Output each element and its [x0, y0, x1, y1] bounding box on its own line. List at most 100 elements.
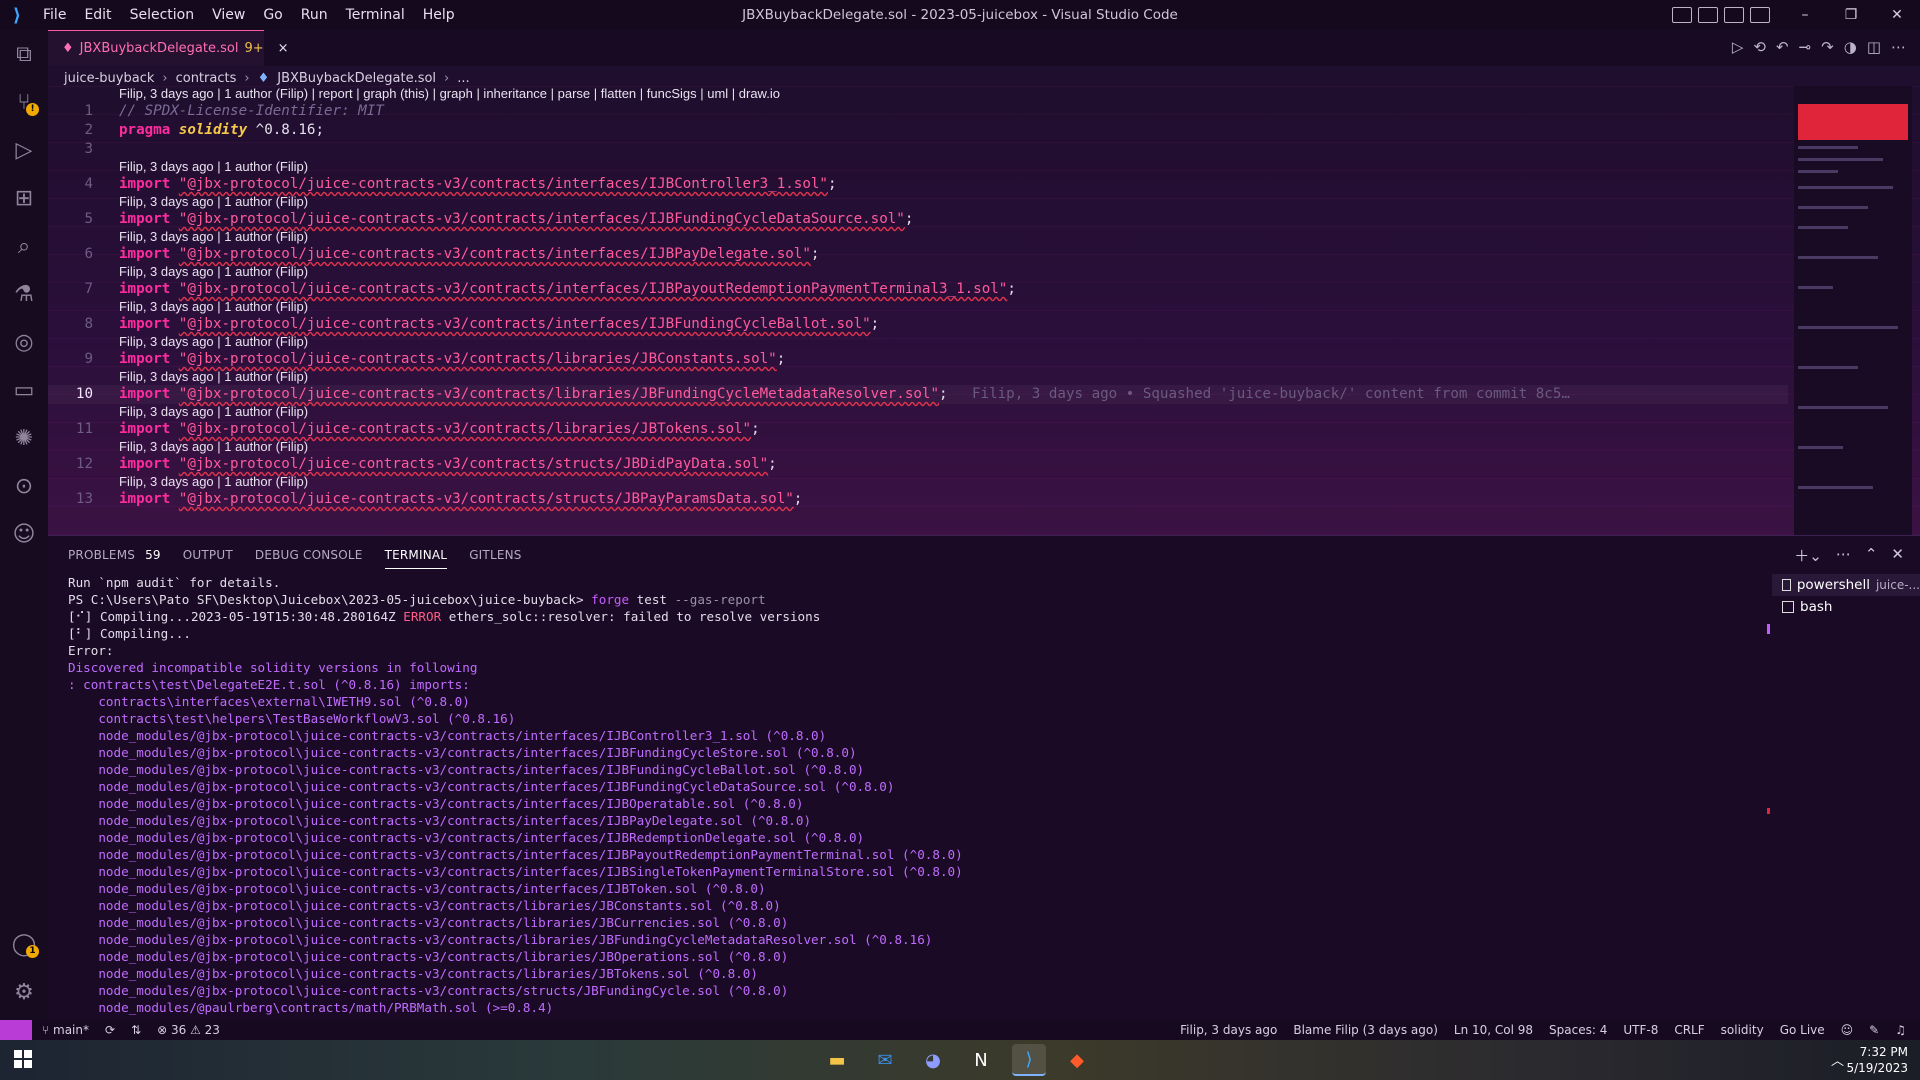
tab-terminal[interactable]: TERMINAL — [384, 548, 448, 569]
breadcrumb-item[interactable]: contracts — [176, 71, 237, 86]
blame-status[interactable]: Blame Filip (3 days ago) — [1293, 1023, 1438, 1037]
blame-lens[interactable]: Filip, 3 days ago | 1 author (Filip) — [48, 334, 1788, 350]
source-control-icon[interactable]: ⑂! — [0, 78, 48, 126]
remote-indicator-icon[interactable] — [0, 1020, 32, 1040]
menu-help[interactable]: Help — [414, 7, 464, 23]
inline-blame[interactable]: Filip, 3 days ago • Squashed 'juice-buyb… — [972, 385, 1570, 404]
menu-run[interactable]: Run — [292, 7, 337, 23]
import-path: "@jbx-protocol/juice-contracts-v3/contra… — [178, 281, 1008, 297]
menu-view[interactable]: View — [203, 7, 254, 23]
mail-icon[interactable]: ✉ — [868, 1044, 902, 1076]
file-explorer-icon[interactable]: ▬ — [820, 1044, 854, 1076]
run-debug-icon[interactable]: ▷ — [0, 126, 48, 174]
restore-icon[interactable]: ❐ — [1828, 7, 1874, 23]
blame-lens[interactable]: Filip, 3 days ago | 1 author (Filip) — [48, 194, 1788, 210]
breadcrumb-item[interactable]: ... — [457, 71, 469, 86]
notifications-bell-icon[interactable]: ♫ — [1895, 1023, 1906, 1037]
timeline-icon[interactable]: ⟲ — [1753, 38, 1766, 56]
close-window-icon[interactable]: ✕ — [1874, 7, 1920, 23]
git-commit-icon[interactable]: ⊸ — [1799, 38, 1812, 56]
terminal-line: node_modules/@jbx-protocol\juice-contrac… — [68, 966, 758, 981]
menu-edit[interactable]: Edit — [75, 7, 120, 23]
maximize-panel-icon[interactable]: ⌃ — [1865, 545, 1878, 566]
toggle-panel-icon[interactable] — [1698, 7, 1718, 23]
git-graph-icon[interactable]: ⊙ — [0, 462, 48, 510]
more-actions-icon[interactable]: ⋯ — [1891, 38, 1906, 56]
blame-lens[interactable]: Filip, 3 days ago | 1 author (Filip) — [48, 474, 1788, 490]
system-tray-chevron-icon[interactable]: ︿ — [1831, 1050, 1844, 1069]
brave-icon[interactable]: ◆ — [1060, 1044, 1094, 1076]
menu-terminal[interactable]: Terminal — [337, 7, 414, 23]
settings-gear-icon[interactable]: ⚙ — [0, 968, 48, 1016]
menu-selection[interactable]: Selection — [121, 7, 204, 23]
menu-file[interactable]: File — [34, 7, 75, 23]
terminal-line: [⠊] Compiling...2023-05-19T15:30:48.2801… — [68, 609, 821, 624]
discord-icon[interactable]: ◕ — [916, 1044, 950, 1076]
gitlens-icon[interactable]: ◎ — [0, 318, 48, 366]
menu-go[interactable]: Go — [254, 7, 291, 23]
toggle-sidebar-icon[interactable] — [1672, 7, 1692, 23]
feedback-icon[interactable]: ✎ — [1869, 1023, 1879, 1037]
sync-icon[interactable]: ⟳ — [105, 1023, 115, 1037]
minimap[interactable] — [1794, 86, 1912, 535]
tab-jbxbuybackdelegate[interactable]: ♦ JBXBuybackDelegate.sol 9+ × — [48, 30, 289, 66]
testing-icon[interactable]: ⚗ — [0, 270, 48, 318]
next-change-icon[interactable]: ↷ — [1821, 38, 1834, 56]
windows-start-icon[interactable] — [14, 1050, 32, 1068]
gitlens-blame-status[interactable]: Filip, 3 days ago — [1180, 1023, 1277, 1037]
go-live-button[interactable]: Go Live — [1780, 1023, 1825, 1037]
blame-lens[interactable]: Filip, 3 days ago | 1 author (Filip) — [48, 369, 1788, 385]
cursor-position[interactable]: Ln 10, Col 98 — [1454, 1023, 1533, 1037]
encoding[interactable]: UTF-8 — [1623, 1023, 1658, 1037]
split-editor-icon[interactable]: ◫ — [1867, 38, 1881, 56]
branch-indicator[interactable]: ⑂ main* — [42, 1023, 89, 1037]
line-endings[interactable]: CRLF — [1674, 1023, 1704, 1037]
terminal-item-bash[interactable]: bash — [1772, 596, 1920, 618]
folder-icon[interactable]: ▭ — [0, 366, 48, 414]
tab-output[interactable]: OUTPUT — [183, 548, 233, 569]
copilot-status-icon[interactable]: ☺ — [1841, 1023, 1854, 1037]
notion-icon[interactable]: N — [964, 1044, 998, 1076]
codelens[interactable]: Filip, 3 days ago | 1 author (Filip) | r… — [48, 86, 1788, 102]
previous-change-icon[interactable]: ↶ — [1776, 38, 1789, 56]
keyword: import — [119, 246, 171, 262]
blame-lens[interactable]: Filip, 3 days ago | 1 author (Filip) — [48, 439, 1788, 455]
tab-debug-console[interactable]: DEBUG CONSOLE — [255, 548, 363, 569]
more-icon[interactable]: ⋯ — [1836, 545, 1851, 566]
explorer-icon[interactable]: ⧉ — [0, 30, 48, 78]
vscode-taskbar-icon[interactable]: ⟩ — [1012, 1044, 1046, 1076]
language-mode[interactable]: solidity — [1721, 1023, 1764, 1037]
blame-lens[interactable]: Filip, 3 days ago | 1 author (Filip) — [48, 264, 1788, 280]
close-panel-icon[interactable]: ✕ — [1891, 545, 1904, 566]
extensions-icon[interactable]: ⊞ — [0, 174, 48, 222]
gitlens-inspect-icon[interactable]: ◑ — [1844, 38, 1857, 56]
indentation[interactable]: Spaces: 4 — [1549, 1023, 1607, 1037]
tab-problems[interactable]: PROBLEMS 59 — [68, 548, 161, 569]
tab-close-icon[interactable]: × — [278, 41, 289, 56]
copilot-icon[interactable]: ☺ — [0, 510, 48, 558]
terminal-item-powershell[interactable]: powershell juice-... — [1772, 574, 1920, 596]
search-icon[interactable]: ⌕ — [0, 222, 48, 270]
customize-layout-icon[interactable] — [1750, 7, 1770, 23]
blame-lens[interactable]: Filip, 3 days ago | 1 author (Filip) — [48, 159, 1788, 175]
blame-lens[interactable]: Filip, 3 days ago | 1 author (Filip) — [48, 404, 1788, 420]
breadcrumb-item[interactable]: juice-buyback — [64, 71, 154, 86]
terminal-output[interactable]: Run `npm audit` for details. PS C:\Users… — [68, 574, 1768, 1016]
toggle-secondary-sidebar-icon[interactable] — [1724, 7, 1744, 23]
openai-icon[interactable]: ✺ — [0, 414, 48, 462]
tab-gitlens[interactable]: GITLENS — [469, 548, 521, 569]
blame-lens[interactable]: Filip, 3 days ago | 1 author (Filip) — [48, 229, 1788, 245]
minimap-line — [1798, 286, 1833, 289]
terminal-line: node_modules/@jbx-protocol\juice-contrac… — [68, 915, 789, 930]
account-icon[interactable]: ◯ 1 — [0, 920, 48, 968]
run-icon[interactable]: ▷ — [1732, 38, 1744, 56]
code-editor[interactable]: Filip, 3 days ago | 1 author (Filip) | r… — [48, 86, 1788, 509]
problems-indicator[interactable]: ⊗ 36 ⚠ 23 — [157, 1023, 220, 1037]
blame-lens[interactable]: Filip, 3 days ago | 1 author (Filip) — [48, 299, 1788, 315]
clock[interactable]: 7:32 PM 5/19/2023 — [1846, 1044, 1908, 1076]
breadcrumb-item[interactable]: JBXBuybackDelegate.sol — [277, 71, 436, 86]
new-terminal-icon[interactable]: ＋⌄ — [1794, 545, 1822, 566]
publish-icon[interactable]: ⇅ — [131, 1023, 141, 1037]
minimize-icon[interactable]: – — [1782, 7, 1828, 23]
solidity-file-icon: ♦ — [257, 70, 270, 86]
